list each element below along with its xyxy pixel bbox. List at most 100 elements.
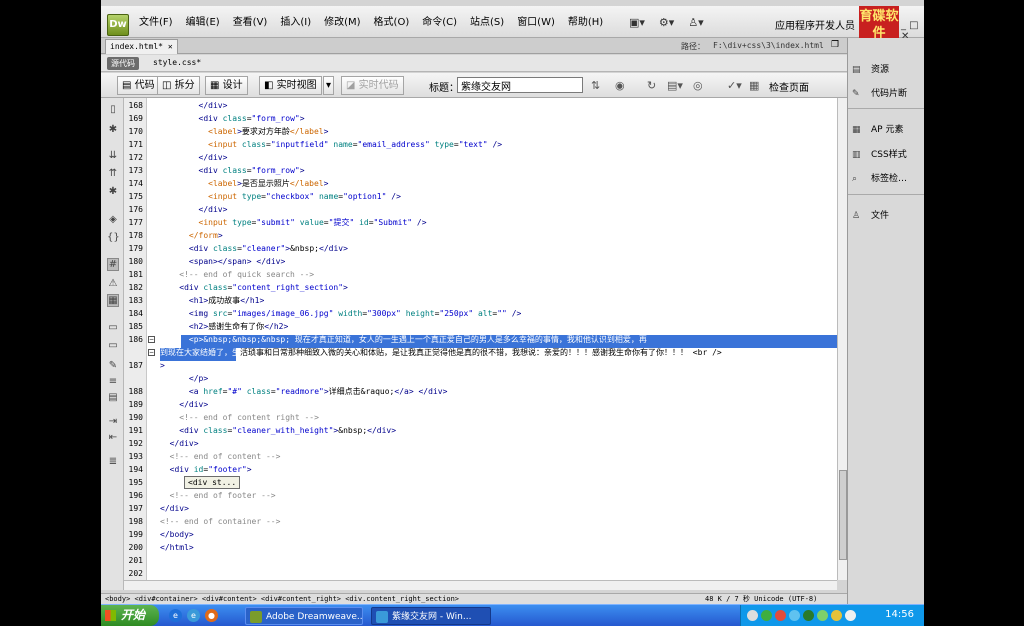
outdent-code-icon[interactable]: ⇤ (107, 432, 119, 443)
tray-app-icon[interactable] (761, 610, 772, 621)
scroll-thumb[interactable] (839, 470, 847, 560)
indent-code-icon[interactable]: ⇥ (107, 416, 119, 427)
code-line[interactable]: <div class="cleaner_with_height">&nbsp;<… (160, 424, 396, 437)
panel-item-css-styles[interactable]: ▥ CSS样式 (852, 147, 907, 160)
code-line[interactable]: <div class="form_row"> (160, 164, 305, 177)
tray-shield-icon[interactable] (803, 610, 814, 621)
balance-braces-icon[interactable]: {} (107, 232, 120, 243)
start-button[interactable]: 开始 (101, 605, 159, 626)
code-line[interactable]: </form> (160, 229, 223, 242)
code-line[interactable]: </div> (160, 502, 189, 515)
tab-index-html[interactable]: index.html* ✕ (105, 39, 178, 54)
code-line[interactable]: <!-- end of footer --> (160, 489, 276, 502)
tray-security-icon[interactable] (775, 610, 786, 621)
code-line[interactable]: <!-- end of content right --> (160, 411, 319, 424)
source-code-button[interactable]: 源代码 (107, 57, 139, 70)
code-line[interactable]: > (160, 359, 165, 372)
code-line[interactable]: </div> (160, 151, 228, 164)
format-source-icon[interactable]: ≣ (107, 456, 119, 467)
browser-preview-icon[interactable]: ◉ (615, 79, 625, 92)
code-line[interactable]: 到现在大家结婚了，生活琐事和日常那种细致入微的关心和体贴，是让我真正觉得他是真的… (160, 346, 722, 359)
file-management-icon[interactable]: ⇅ (591, 79, 600, 92)
code-line[interactable]: </div> (160, 203, 228, 216)
syntax-coloring-icon[interactable]: ▦ (107, 294, 119, 307)
menu-format[interactable]: 格式(O) (374, 16, 410, 30)
ie-alt-icon[interactable]: e (187, 609, 200, 622)
wrap-tag-icon[interactable]: ✎ (107, 360, 119, 371)
code-line[interactable]: <div id="footer"> (160, 463, 252, 476)
validate-icon[interactable]: ✓▾ (727, 79, 742, 92)
collapsed-code-block[interactable]: <div st... (184, 476, 241, 489)
collapse-tag-icon[interactable]: ⇊ (107, 150, 119, 161)
code-line[interactable]: <div class="form_row"> (160, 112, 305, 125)
code-editor[interactable]: 168 169 170 171 172 173 174 175 176 177 178 179 180 1… (124, 98, 837, 580)
code-line[interactable]: <p>&nbsp;&nbsp;&nbsp; 现在才真正知道，女人的一生遇上一个真… (160, 333, 647, 346)
design-view-button[interactable]: ▦ 设计 (205, 76, 248, 95)
panel-item-tag-inspector[interactable]: ⌕ 标签检… (852, 171, 907, 184)
code-line[interactable]: <img src="images/image_06.jpg" width="30… (160, 307, 521, 320)
code-line[interactable]: <a href="#" class="readmore">详细点击&raquo;… (160, 385, 448, 398)
visual-aids-icon[interactable]: ◎ (693, 79, 703, 92)
site-icon[interactable]: ♙▾ (688, 16, 703, 29)
title-input[interactable] (457, 77, 583, 93)
code-line[interactable]: <div class="content_right_section"> (160, 281, 348, 294)
refresh-icon[interactable]: ↻ (647, 79, 656, 92)
ie-icon[interactable]: e (169, 609, 182, 622)
close-icon[interactable]: ✕ (168, 42, 173, 51)
panel-item-files[interactable]: ♙ 文件 (852, 208, 889, 221)
fold-marker[interactable]: − (148, 336, 155, 343)
panel-item-snippets[interactable]: ✎ 代码片断 (852, 86, 907, 99)
related-file-style-css[interactable]: style.css* (153, 58, 201, 67)
code-line[interactable]: </body> (160, 528, 194, 541)
fold-marker[interactable]: − (148, 349, 155, 356)
menu-view[interactable]: 查看(V) (233, 16, 268, 30)
code-line[interactable]: <div class="cleaner">&nbsp;</div> (160, 242, 348, 255)
horizontal-scrollbar[interactable] (124, 580, 837, 590)
expand-all-icon[interactable]: ✱ (107, 186, 119, 197)
code-line[interactable]: <!-- end of quick search --> (160, 268, 314, 281)
open-documents-icon[interactable]: ▯ (107, 104, 119, 115)
menu-file[interactable]: 文件(F) (139, 16, 173, 30)
move-css-icon[interactable]: ▤ (107, 392, 119, 403)
menu-help[interactable]: 帮助(H) (568, 16, 603, 30)
code-line[interactable]: <input class="inputfield" name="email_ad… (160, 138, 502, 151)
code-line[interactable]: </html> (160, 541, 194, 554)
tray-volume-icon[interactable] (831, 610, 842, 621)
apply-comment-icon[interactable]: ▭ (107, 322, 119, 333)
recent-snippets-icon[interactable]: ≡ (107, 376, 119, 387)
task-browser[interactable]: 紫缘交友网 - Win... (371, 607, 491, 625)
layout-icon[interactable]: ▣▾ (629, 16, 645, 29)
panel-item-assets[interactable]: ▤ 资源 (852, 62, 889, 75)
code-line[interactable]: <input type="checkbox" name="option1" /> (160, 190, 401, 203)
line-numbers-icon[interactable]: # (107, 258, 119, 271)
code-line[interactable]: <span></span> </div> (160, 255, 285, 268)
code-line[interactable]: <h2>感谢生命有了你</h2> (160, 320, 288, 333)
workspace-switcher[interactable]: 应用程序开发人员 (775, 17, 855, 32)
menu-edit[interactable]: 编辑(E) (186, 16, 220, 30)
code-line[interactable]: <!-- end of container --> (160, 515, 280, 528)
code-line[interactable]: <h1>成功故事</h1> (160, 294, 264, 307)
menu-site[interactable]: 站点(S) (470, 16, 504, 30)
check-browser-icon[interactable]: ▦ (749, 79, 759, 92)
select-parent-tag-icon[interactable]: ◈ (107, 214, 119, 225)
firefox-icon[interactable]: ● (205, 609, 218, 622)
tag-selector[interactable]: <body> <div#container> <div#content> <di… (105, 595, 459, 603)
collapse-selection-icon[interactable]: ⇈ (107, 168, 119, 179)
code-line[interactable]: <input type="submit" value="提交" id="Subm… (160, 216, 427, 229)
code-line[interactable]: </div> (160, 398, 208, 411)
menu-insert[interactable]: 插入(I) (280, 16, 311, 30)
inspect-page-button[interactable]: 检查页面 (769, 79, 809, 94)
vertical-scrollbar[interactable] (837, 98, 847, 580)
code-line[interactable]: <!-- end of content --> (160, 450, 281, 463)
task-dreamweaver[interactable]: Adobe Dreamweave... (245, 607, 363, 625)
tray-qq-icon[interactable] (817, 610, 828, 621)
code-line[interactable]: </p> (160, 372, 208, 385)
tray-arrow-icon[interactable] (747, 610, 758, 621)
view-options-icon[interactable]: ▤▾ (667, 79, 683, 92)
live-view-dropdown[interactable]: ▾ (323, 76, 335, 95)
live-view-button[interactable]: ◧ 实时视图 (259, 76, 322, 95)
remove-comment-icon[interactable]: ▭ (107, 340, 119, 351)
tray-network-icon[interactable] (789, 610, 800, 621)
extend-icon[interactable]: ⚙▾ (659, 16, 674, 29)
menu-window[interactable]: 窗口(W) (517, 16, 555, 30)
